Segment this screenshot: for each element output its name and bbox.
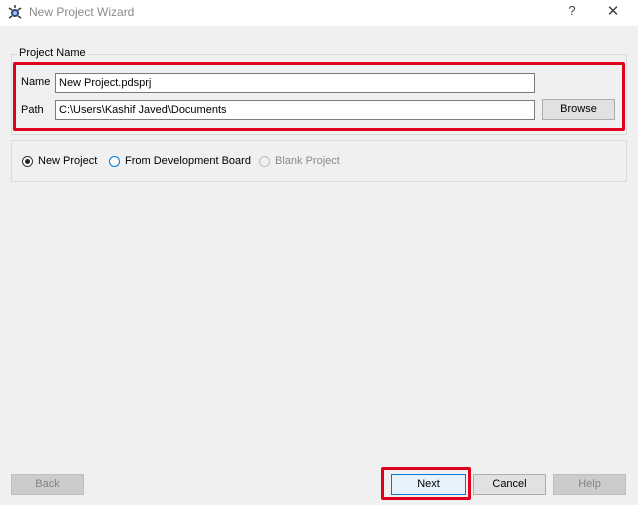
- window-title: New Project Wizard: [29, 5, 135, 19]
- radio-new-project-label: New Project: [38, 155, 98, 167]
- radio-from-development-board-indicator[interactable]: [109, 155, 120, 167]
- radio-blank-project-indicator: [259, 155, 270, 167]
- project-name-input[interactable]: [55, 73, 535, 93]
- radio-new-project[interactable]: New Project: [22, 153, 97, 169]
- radio-from-development-board[interactable]: From Development Board: [109, 153, 251, 169]
- app-icon: [8, 5, 22, 19]
- close-button[interactable]: ✕: [598, 2, 628, 22]
- next-button[interactable]: Next: [391, 474, 466, 495]
- project-path-input[interactable]: [55, 100, 535, 120]
- radio-blank-project-label: Blank Project: [275, 155, 340, 167]
- path-label: Path: [21, 104, 44, 116]
- radio-from-development-board-label: From Development Board: [125, 155, 251, 167]
- browse-button[interactable]: Browse: [542, 99, 615, 120]
- back-button: Back: [11, 474, 84, 495]
- project-name-group-title: Project Name: [17, 47, 88, 59]
- cancel-button[interactable]: Cancel: [473, 474, 546, 495]
- help-button: Help: [553, 474, 626, 495]
- radio-new-project-indicator[interactable]: [22, 155, 33, 167]
- name-label: Name: [21, 76, 51, 88]
- help-title-button[interactable]: ?: [560, 3, 584, 21]
- radio-blank-project: Blank Project: [259, 153, 340, 169]
- title-bar: New Project Wizard ? ✕: [0, 0, 638, 26]
